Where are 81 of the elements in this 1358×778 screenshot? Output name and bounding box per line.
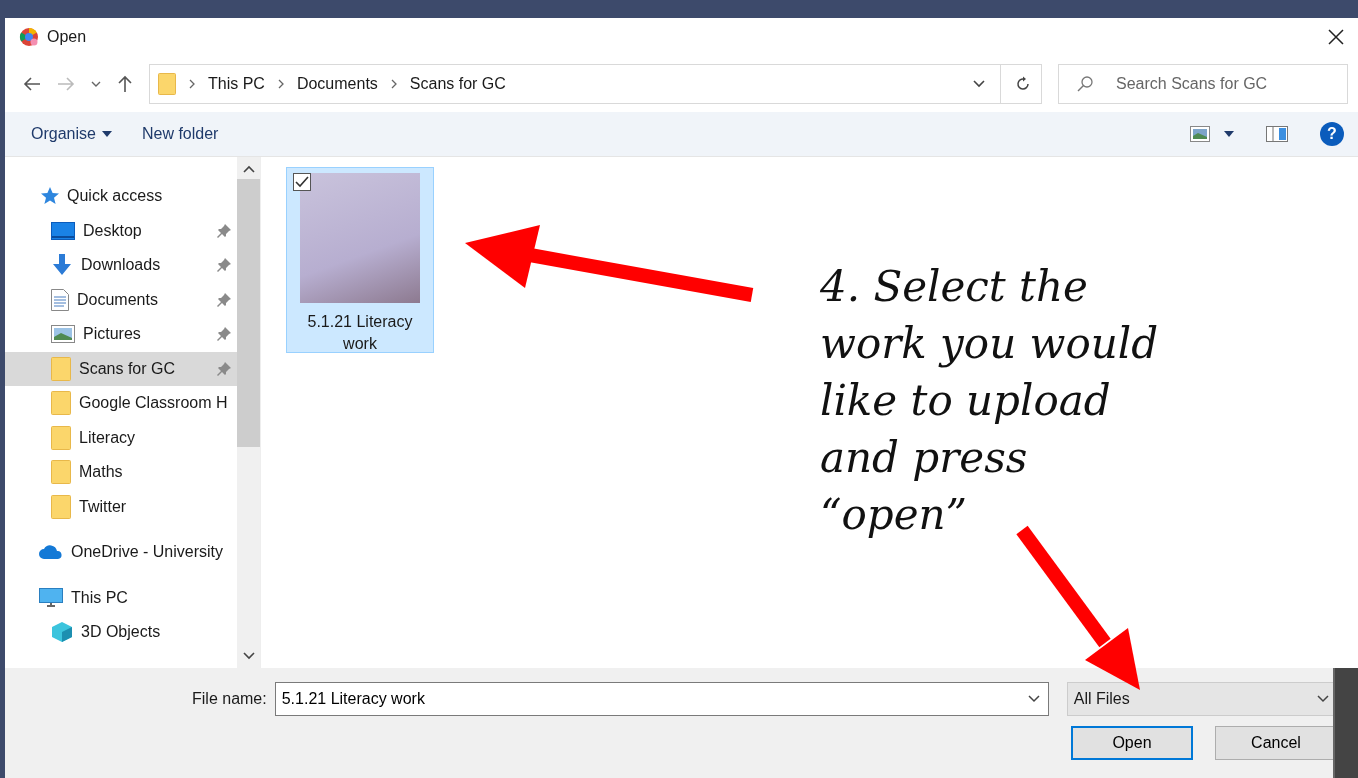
close-icon[interactable] — [1328, 29, 1344, 45]
chevron-down-icon — [1315, 694, 1330, 704]
search-field[interactable]: Search Scans for GC — [1058, 64, 1348, 104]
nav-item[interactable]: 3D Objects — [5, 615, 237, 650]
nav-label: This PC — [71, 588, 128, 607]
nav-item[interactable]: Quick access — [5, 179, 237, 214]
nav-label: Scans for GC — [79, 359, 176, 378]
folder-icon — [158, 73, 176, 95]
file-name-label: File name: — [192, 690, 267, 708]
address-bar[interactable]: This PC Documents Scans for GC — [149, 64, 1042, 104]
folder-icon — [51, 460, 71, 485]
nav-item[interactable]: Pictures — [5, 317, 237, 352]
nav-item[interactable]: Google Classroom H — [5, 386, 237, 421]
folder-icon — [51, 494, 71, 519]
nav-item[interactable]: Downloads — [5, 248, 237, 283]
nav-label: OneDrive - University — [71, 543, 224, 562]
nav-item[interactable]: Documents — [5, 282, 237, 317]
nav-label: Documents — [77, 290, 158, 309]
scrollbar[interactable] — [237, 157, 260, 668]
checkmark-icon — [295, 176, 309, 188]
chevron-down-icon[interactable] — [91, 80, 101, 88]
folder-icon — [51, 425, 71, 450]
nav-item[interactable]: This PC — [5, 580, 237, 615]
file-name: 5.1.21 Literacy work — [306, 312, 414, 354]
chevron-down-icon[interactable] — [972, 79, 986, 89]
refresh-icon[interactable] — [1015, 76, 1031, 92]
file-item[interactable]: 5.1.21 Literacy work — [286, 167, 434, 353]
scrollbar-thumb[interactable] — [237, 179, 260, 447]
help-button[interactable]: ? — [1320, 122, 1344, 146]
nav-label: Pictures — [83, 325, 141, 344]
nav-label: Downloads — [81, 256, 161, 275]
cloud-icon — [39, 545, 63, 560]
nav-label: Literacy — [79, 428, 136, 447]
nav-label: 3D Objects — [81, 623, 161, 642]
file-name-field[interactable]: 5.1.21 Literacy work — [274, 682, 1049, 716]
nav-item[interactable]: Twitter — [5, 489, 237, 524]
app-icon — [19, 27, 39, 47]
nav-label: Quick access — [67, 187, 163, 206]
desktop-icon — [51, 221, 75, 240]
document-icon — [51, 288, 69, 311]
up-arrow-icon[interactable] — [117, 75, 133, 93]
nav-label: Maths — [79, 463, 123, 482]
folder-icon — [51, 356, 71, 381]
preview-pane-icon[interactable] — [1266, 126, 1288, 142]
pin-icon[interactable] — [217, 258, 231, 273]
breadcrumb[interactable]: Scans for GC — [409, 75, 506, 93]
cube-icon — [51, 621, 73, 644]
pin-icon[interactable] — [217, 292, 231, 307]
breadcrumb[interactable]: Documents — [296, 75, 378, 93]
picture-icon — [51, 325, 75, 344]
window-title: Open — [47, 28, 87, 46]
folder-icon — [51, 391, 71, 416]
pin-icon[interactable] — [217, 223, 231, 238]
checkbox[interactable] — [293, 173, 311, 191]
computer-icon — [39, 587, 63, 608]
chevron-right-icon — [389, 79, 398, 89]
organise-menu-button[interactable]: Organise — [23, 121, 120, 147]
search-icon — [1076, 75, 1094, 93]
nav-item[interactable]: Desktop — [5, 213, 237, 248]
chevron-down-icon[interactable] — [1026, 694, 1041, 704]
nav-item[interactable]: Scans for GC — [5, 351, 237, 386]
chevron-down-icon[interactable] — [242, 652, 255, 660]
annotation-text: 4. Select the work you would like to upload and press “open” — [820, 261, 1160, 541]
nav-item[interactable]: Literacy — [5, 420, 237, 455]
new-folder-button[interactable]: New folder — [133, 121, 227, 147]
breadcrumb[interactable]: This PC — [208, 75, 265, 93]
view-icon[interactable] — [1190, 126, 1210, 142]
chevron-right-icon — [188, 79, 196, 89]
back-arrow-icon[interactable] — [23, 76, 41, 92]
download-arrow-icon — [51, 254, 73, 277]
caret-icon[interactable] — [1224, 131, 1234, 137]
caret-icon — [101, 131, 112, 137]
chevron-up-icon[interactable] — [242, 165, 255, 173]
nav-item[interactable]: Maths — [5, 455, 237, 490]
nav-label: Twitter — [79, 497, 127, 516]
pin-icon[interactable] — [217, 327, 231, 342]
nav-item[interactable]: OneDrive - University — [5, 535, 237, 570]
chevron-right-icon — [276, 79, 285, 89]
dialog-button[interactable]: Open — [1071, 726, 1193, 760]
nav-label: Google Classroom H — [79, 394, 228, 413]
nav-label: Desktop — [83, 221, 142, 240]
